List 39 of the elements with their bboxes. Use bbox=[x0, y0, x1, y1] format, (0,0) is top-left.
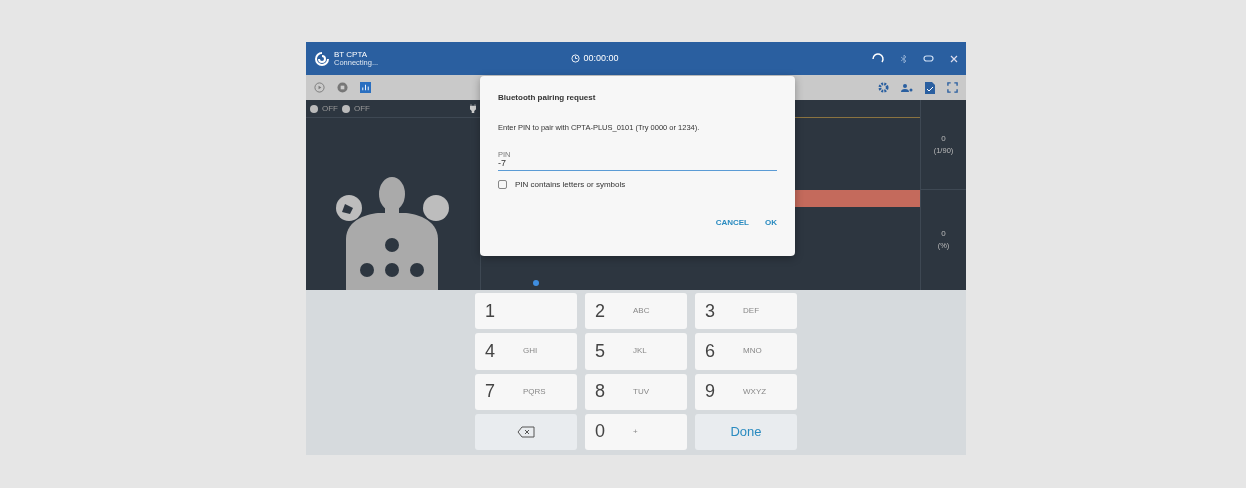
document-icon[interactable] bbox=[925, 81, 935, 94]
digit-key[interactable]: 9 WXYZ bbox=[695, 373, 797, 410]
digit-key[interactable]: 3 DEF bbox=[695, 293, 797, 330]
person-icon[interactable] bbox=[901, 82, 913, 93]
digit-key[interactable]: 6 MNO bbox=[695, 333, 797, 370]
digit-key[interactable]: 1 bbox=[475, 293, 577, 330]
digit-key[interactable]: 4 GHI bbox=[475, 333, 577, 370]
session-timer: 00:00:00 bbox=[583, 51, 619, 65]
dialog-title: Bluetooth pairing request bbox=[498, 92, 597, 104]
digit-key[interactable]: 0 + bbox=[585, 413, 687, 450]
bluetooth-icon[interactable] bbox=[901, 53, 907, 64]
link-icon[interactable] bbox=[923, 55, 934, 62]
digit-key[interactable]: 2 ABC bbox=[585, 293, 687, 330]
digit-key[interactable]: 5 JKL bbox=[585, 333, 687, 370]
digit-key[interactable]: 7 PQRS bbox=[475, 373, 577, 410]
page-indicator-dot[interactable] bbox=[533, 280, 539, 286]
app-logo-icon bbox=[314, 50, 330, 67]
dialog-button[interactable]: CANCEL bbox=[715, 216, 749, 229]
dialog-button[interactable]: OK bbox=[765, 216, 777, 229]
play-icon[interactable] bbox=[314, 82, 325, 93]
checkbox-label: PIN contains letters or symbols bbox=[515, 178, 626, 191]
backspace-key[interactable] bbox=[475, 413, 577, 450]
plug-icon bbox=[470, 104, 476, 113]
settings-icon[interactable] bbox=[878, 82, 889, 93]
sensor-icon bbox=[310, 104, 318, 113]
digit-key[interactable]: 8 TUV bbox=[585, 373, 687, 410]
close-icon[interactable] bbox=[950, 54, 958, 63]
chart-icon[interactable] bbox=[360, 82, 371, 93]
app-name: BT CPTA bbox=[334, 50, 369, 59]
backspace-icon bbox=[517, 425, 535, 438]
reading-value: 0 bbox=[941, 132, 946, 145]
sensor-icon bbox=[342, 104, 350, 113]
checkbox[interactable] bbox=[498, 180, 507, 190]
sensor-state: OFF bbox=[322, 102, 338, 115]
sensor-state: OFF bbox=[354, 102, 370, 115]
reading-value: 0 bbox=[941, 228, 946, 241]
fullscreen-icon[interactable] bbox=[947, 82, 958, 93]
stop-icon[interactable] bbox=[337, 82, 348, 93]
clock-icon bbox=[570, 54, 580, 63]
